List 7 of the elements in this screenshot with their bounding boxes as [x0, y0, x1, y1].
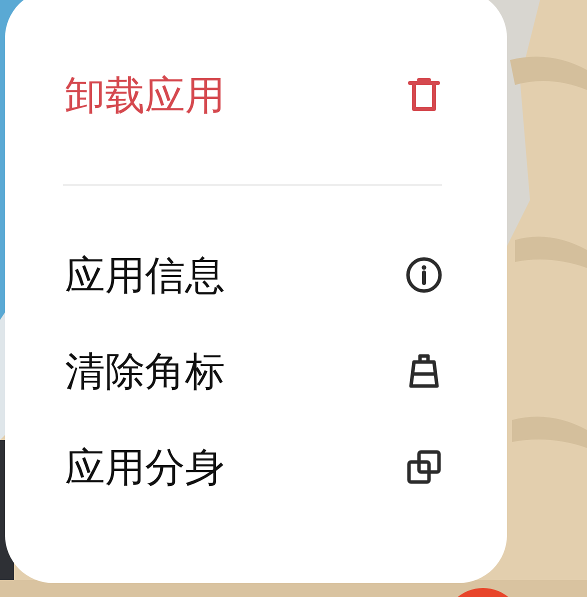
- menu-item[interactable]: 清除角标: [65, 323, 442, 419]
- info-icon: [406, 257, 442, 293]
- menu-item[interactable]: 应用信息: [65, 227, 442, 323]
- trash-icon: [406, 77, 442, 113]
- menu-item[interactable]: 应用分身: [65, 419, 442, 515]
- squares-icon: [406, 449, 442, 485]
- menu-item[interactable]: 卸载应用: [65, 47, 442, 143]
